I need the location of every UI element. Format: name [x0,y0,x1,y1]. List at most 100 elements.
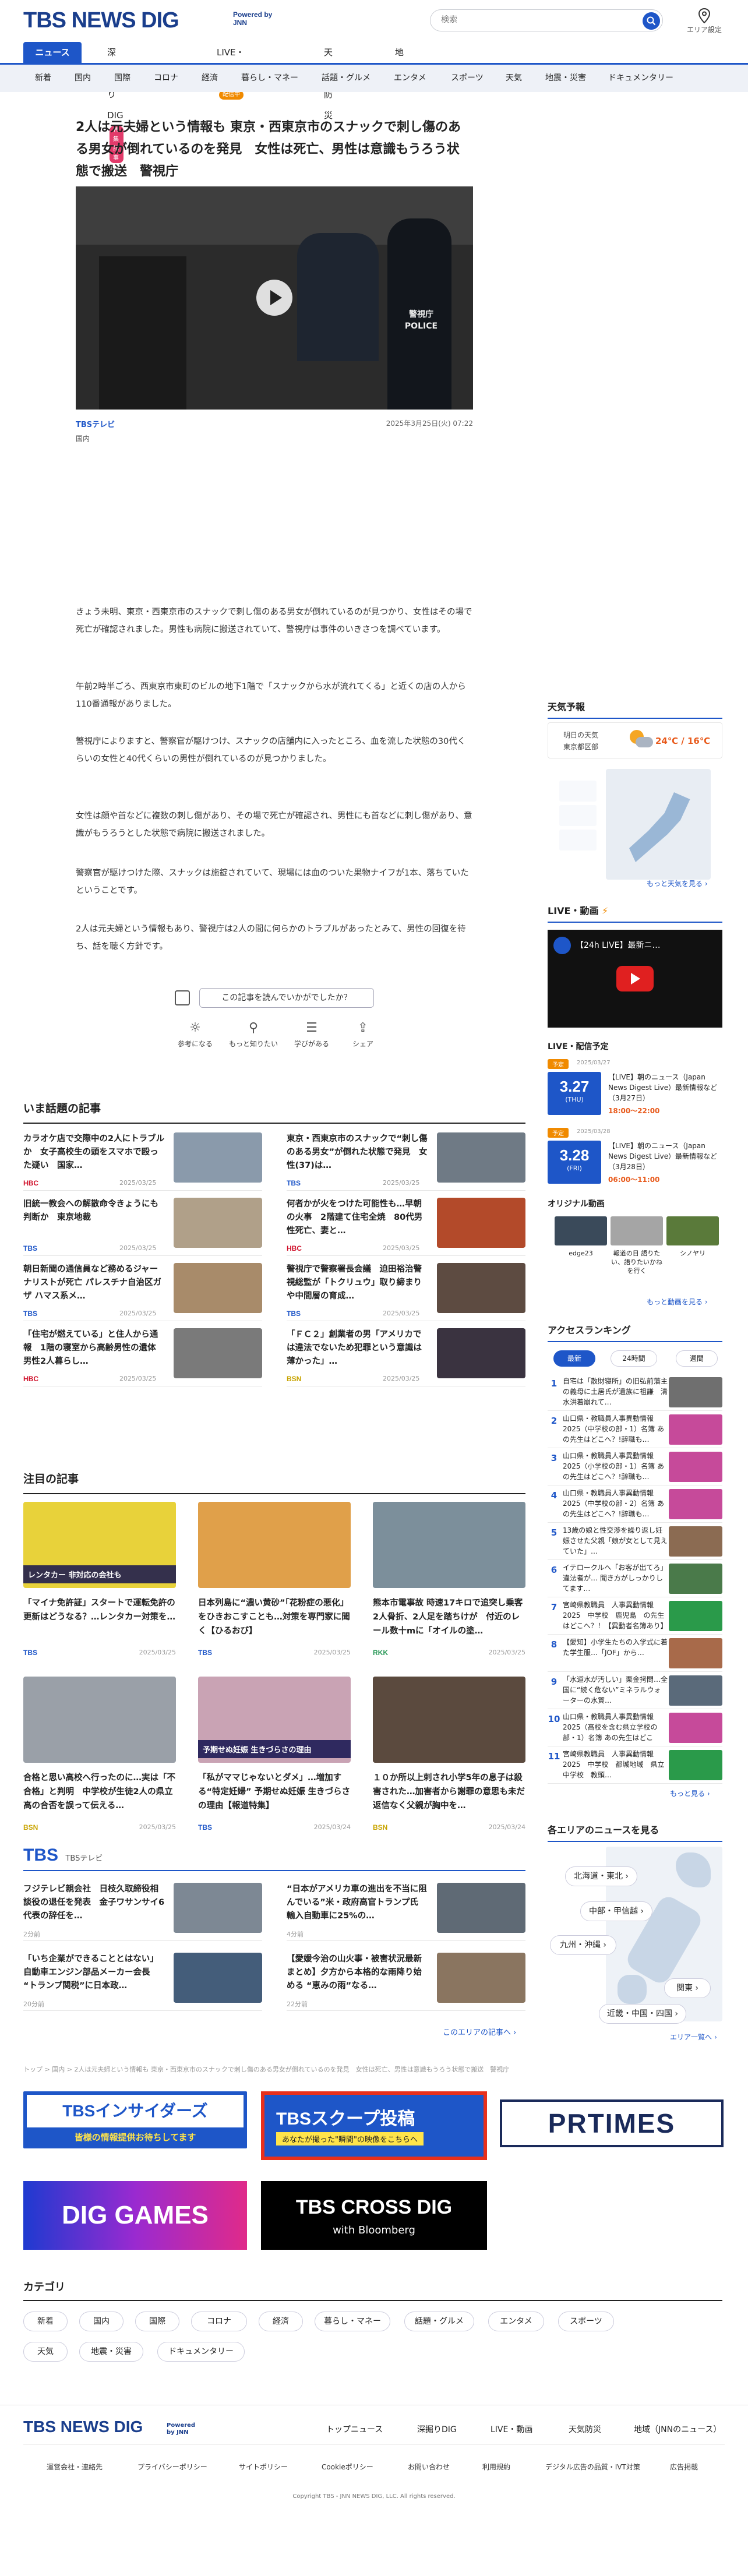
ranking-item[interactable]: 7 宮崎県教職員 人事異動情報 2025 中学校 鹿児島 の先生はどこへ？！【異動… [548,1598,722,1635]
play-button[interactable] [256,280,292,316]
original-video-item[interactable]: 報道の日 語りたい、語りたいかねを行く [611,1216,663,1286]
ranking-tab-latest[interactable]: 最新 [553,1350,595,1367]
card-title[interactable]: 朝日新聞の通信員など務めるジャーナリストが死亡 パレスチナ自治区ガザ ハマス系メ… [23,1263,166,1304]
ranking-item[interactable]: 6 イテロークルへ「お客が出てろ」違法者が… 聞き方がしっかりしてます… [548,1561,722,1597]
weather-map[interactable] [606,769,711,880]
card-title[interactable]: 【愛媛今治の山火事・被害状況最新まとめ】夕方から本格的な雨降り始める “恵みの雨… [287,1953,429,1993]
card-title[interactable]: カラオケ店で交際中の2人にトラブルか 女子高校生の頭をスマホで殴った疑い 国家… [23,1132,166,1173]
ranking-thumbnail[interactable] [669,1638,722,1668]
card-thumbnail[interactable] [174,1132,262,1183]
original-video-item[interactable]: edge23 [555,1216,607,1286]
category-pill[interactable]: 新着 [23,2312,68,2331]
footer-link[interactable]: プライバシーポリシー [137,2462,207,2472]
card-title[interactable]: 「住宅が燃えている」と住人から通報 1階の寝室から高齢男性の遺体 男性2人暮らし… [23,1328,166,1369]
subnav-item[interactable]: エンタメ [394,65,426,92]
search-input[interactable] [441,15,633,24]
banner-dig-games[interactable]: DIG GAMES [23,2181,247,2250]
area-button-hokkaido-tohoku[interactable]: 北海道・東北 › [565,1866,637,1886]
ranking-title[interactable]: 山口県・教職員人事異動情報 2025（高校を含む県立学校の部・1）名簿 あの先生… [563,1712,668,1743]
ranking-item[interactable]: 8 【愛知】小学生たちの入学式に着た学生服…「JOF」から… [548,1636,722,1672]
featured-card[interactable]: レンタカー 非対応の会社も 「マイナ免許証」スタートで運転免許の更新はどうなる？…… [23,1502,176,1677]
footer-link[interactable]: サイトポリシー [239,2462,288,2472]
video-more-link[interactable]: もっと動画を見る › [647,1297,708,1307]
reaction-learned[interactable]: ☰ 学びがある [285,1021,338,1049]
subnav-item[interactable]: 話題・グルメ [322,65,371,92]
trending-card[interactable]: 朝日新聞の通信員など務めるジャーナリストが死亡 パレスチナ自治区ガザ ハマス系メ… [23,1263,262,1321]
weather-more-link[interactable]: もっと天気を見る › [647,878,708,888]
area-button-kyushu[interactable]: 九州・沖縄 › [550,1935,616,1955]
search-box[interactable] [430,9,663,31]
footer-link[interactable]: 広告掲載 [670,2462,698,2472]
footer-nav-live[interactable]: LIVE・動画 [491,2423,532,2435]
trending-card[interactable]: 「ＦＣ２」創業者の男「アメリカでは違法でないため犯罪という意識は薄かった」… BS… [287,1328,525,1386]
reaction-helpful[interactable]: ☼ 参考になる [169,1021,221,1049]
card-thumbnail[interactable] [23,1677,176,1763]
card-thumbnail[interactable] [174,1883,262,1933]
ranking-thumbnail[interactable] [669,1526,722,1557]
ranking-thumbnail[interactable] [669,1377,722,1407]
category-pill[interactable]: 国際 [135,2312,179,2331]
ranking-thumbnail[interactable] [669,1750,722,1780]
article-category[interactable]: 国内 [76,433,90,443]
tbs-article-card[interactable]: “日本がアメリカ車の進出を不当に阻んでいる”米・政府高官トランプ氏 輸入自動車に… [287,1883,525,1941]
category-pill[interactable]: 国内 [79,2312,124,2331]
card-title[interactable]: 「私がママじゃないとダメ」…増加する“特定妊婦” 予期せぬ妊娠 生きづらさの理由… [198,1771,351,1813]
footer-link[interactable]: Cookieポリシー [322,2462,373,2472]
ranking-title[interactable]: 【愛知】小学生たちの入学式に着た学生服…「JOF」から… [563,1637,668,1668]
reaction-want-more[interactable]: ⚲ もっと知りたい [227,1021,280,1049]
card-title[interactable]: “日本がアメリカ車の進出を不当に阻んでいる”米・政府高官トランプ氏 輸入自動車に… [287,1883,429,1924]
ranking-title[interactable]: 「水道水が汚しい」栗金拷問…全国に“続く危ない”ミネラルウォーターの水質… [563,1674,668,1706]
card-title[interactable]: 「ＦＣ２」創業者の男「アメリカでは違法でないため犯罪という意識は薄かった」… [287,1328,429,1369]
category-pill[interactable]: 話題・グルメ [404,2312,474,2331]
card-title[interactable]: 警視庁で警察署長会議 迫田裕治警視総監が「トクリュウ」取り締まりや中間層の育成… [287,1263,429,1304]
ranking-thumbnail[interactable] [669,1489,722,1519]
trending-card[interactable]: 旧統一教会への解散命令きょうにも判断か 東京地裁 TBS 2025/03/25 [23,1198,262,1256]
subnav-item[interactable]: ドキュメンタリー [608,65,673,92]
live-player[interactable]: 【24h LIVE】最新ニ… [548,930,722,1028]
weather-today[interactable]: 明日の天気 東京都区部 24℃ / 16℃ [548,722,722,758]
banner-scoop[interactable]: TBSスクープ投稿 あなたが撮った"瞬間"の映像をこちらへ [261,2091,487,2160]
card-title[interactable]: 熊本市電事故 時速17キロで追突し乗客2人骨折、2人足を踏ちけが 付近のレール数… [373,1596,525,1638]
category-pill[interactable]: 経済 [259,2312,303,2331]
ranking-item[interactable]: 11 宮崎県教職員 人事異動情報 2025 中学校 都城地域 県立中学校 教頭… [548,1748,722,1784]
featured-card[interactable]: 予期せぬ妊娠 生きづらさの理由 「私がママじゃないとダメ」…増加する“特定妊婦” … [198,1677,351,1851]
footer-nav-area[interactable]: 地域（JNNのニュース） [634,2423,721,2435]
search-button[interactable] [643,12,660,30]
area-button-kanto[interactable]: 関東 › [664,1978,711,1998]
ranking-item[interactable]: 5 13歳の娘と性交渉を繰り返し妊娠させた父親「娘が女として見えていた」… [548,1524,722,1560]
category-pill[interactable]: 地震・災害 [79,2342,143,2362]
area-setting-button[interactable]: エリア設定 [684,7,725,35]
ranking-item[interactable]: 2 山口県・教職員人事異動情報 2025（中学校の部・1）名簿 あの先生はどこへ？… [548,1412,722,1448]
share-button[interactable]: ⇪ シェア [337,1021,389,1049]
area-button-kinki[interactable]: 近畿・中国・四国 › [599,2004,686,2024]
main-nav-area[interactable]: 地域 [387,42,412,79]
ranking-item[interactable]: 10 山口県・教職員人事異動情報 2025（高校を含む県立学校の部・1）名簿 あの… [548,1710,722,1746]
ranking-title[interactable]: 13歳の娘と性交渉を繰り返し妊娠させた父親「娘が女として見えていた」… [563,1525,668,1557]
subnav-item[interactable]: 暮らし・マネー [241,65,298,92]
article-video[interactable]: 警視庁 POLICE [76,186,473,410]
subnav-item[interactable]: 天気 [506,65,522,92]
subnav-item[interactable]: 新着 [35,65,51,92]
ranking-thumbnail[interactable] [669,1564,722,1594]
schedule-item[interactable]: 予定 2025/03/28 3.28 (FRI) 【LIVE】朝のニュース（Japan … [548,1128,722,1191]
card-title[interactable]: 旧統一教会への解散命令きょうにも判断か 東京地裁 [23,1198,166,1238]
tbs-article-card[interactable]: フジテレビ親会社 日枝久取締役相談役の退任を発表 金子ワサンサイ6代表の辞任を…… [23,1883,262,1941]
footer-nav-dig[interactable]: 深掘りDIG [417,2423,457,2435]
category-pill[interactable]: コロナ [191,2312,247,2331]
category-pill[interactable]: スポーツ [558,2312,614,2331]
card-title[interactable]: １０か所以上刺され小学5年の息子は殺害された…加害者から謝罪の意思も未だ返信なく… [373,1771,525,1813]
site-logo[interactable]: TBS NEWS DIG [23,8,179,33]
footer-link[interactable]: 運営会社・連絡先 [47,2462,103,2472]
ranking-tab-24h[interactable]: 24時間 [611,1350,657,1367]
main-nav-dig[interactable]: 深掘りDIG特集記事 [99,42,132,163]
original-thumbnail[interactable] [666,1216,719,1245]
card-thumbnail[interactable] [373,1502,525,1588]
subnav-item[interactable]: コロナ [154,65,178,92]
area-button-chubu[interactable]: 中部・甲信越 › [580,1901,652,1921]
card-thumbnail[interactable] [174,1328,262,1378]
trending-card[interactable]: 警視庁で警察署長会議 迫田裕治警視総監が「トクリュウ」取り締まりや中間層の育成…… [287,1263,525,1321]
tbs-article-card[interactable]: 「いち企業ができることとはない」自動車エンジン部品メーカー会長 “トランプ関税”… [23,1953,262,2011]
schedule-item[interactable]: 予定 2025/03/27 3.27 (THU) 【LIVE】朝のニュース（Japan … [548,1059,722,1122]
card-thumbnail[interactable] [174,1198,262,1248]
card-title[interactable]: 日本列島に“濃い黄砂”「花粉症の悪化」をひきおこすことも…対策を専門家に聞く【ひ… [198,1596,351,1638]
